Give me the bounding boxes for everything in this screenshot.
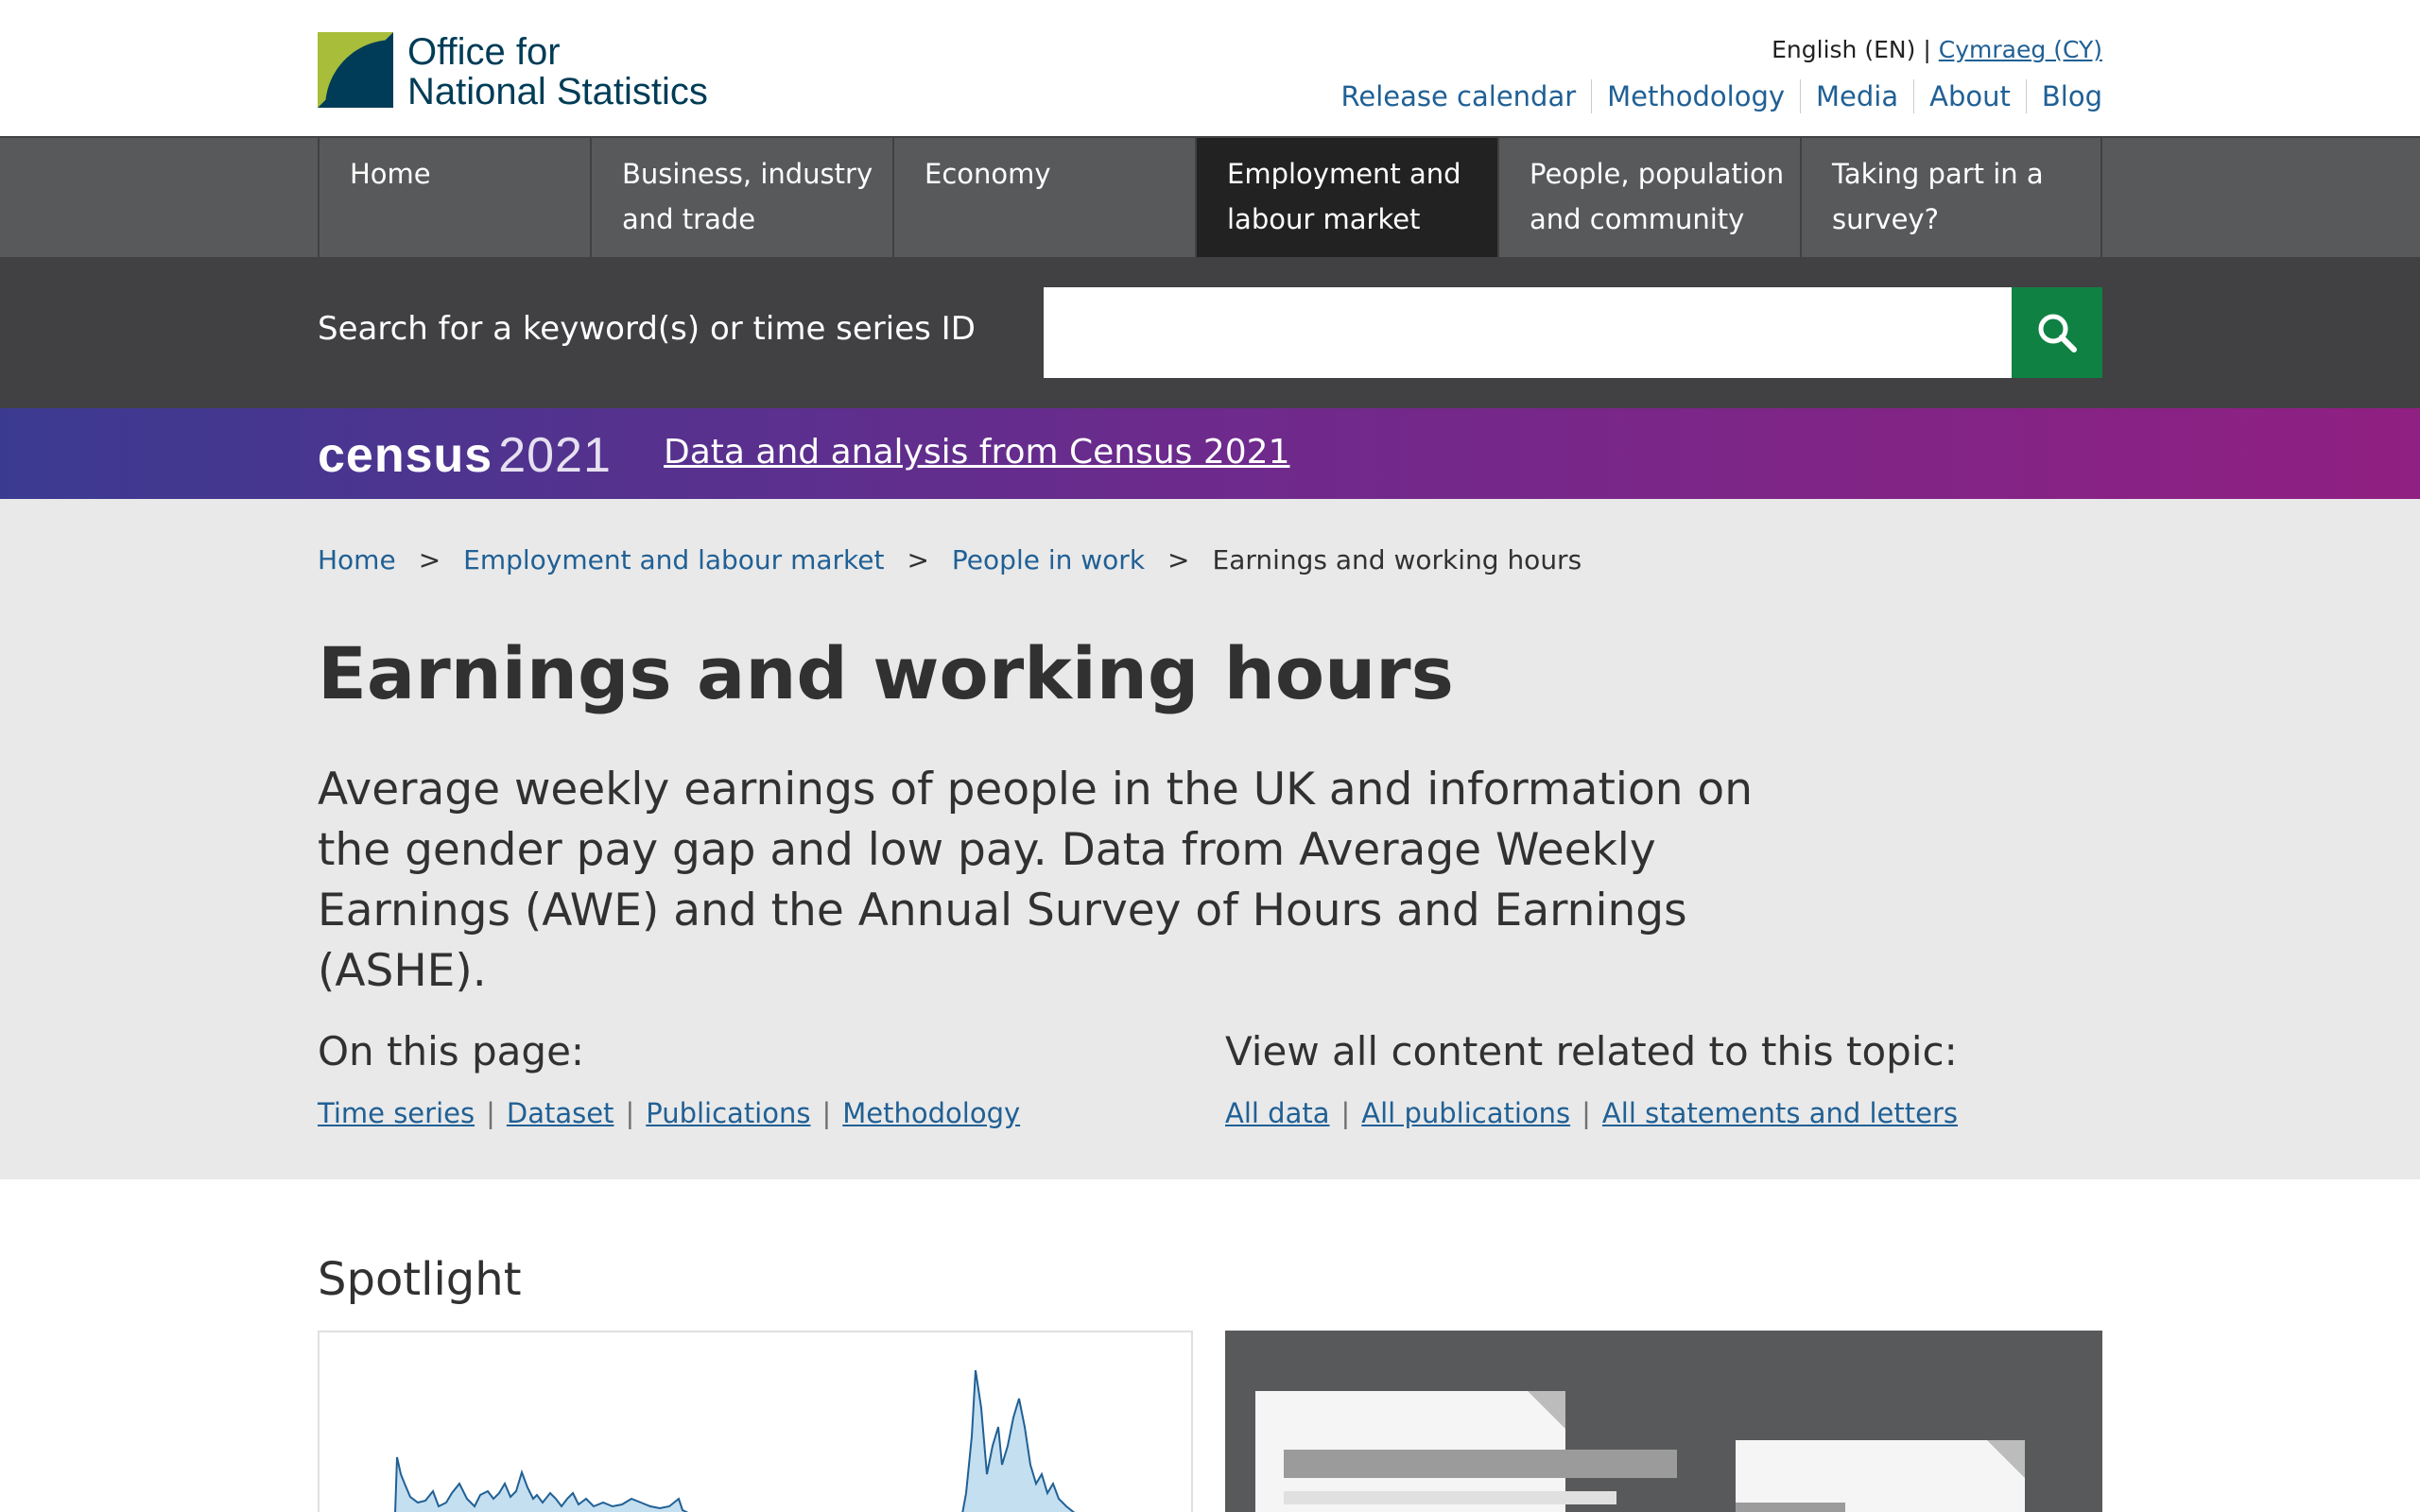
logo-line-1: Office for [407, 31, 561, 73]
spotlight-card-publication[interactable] [1225, 1331, 2102, 1512]
ons-logo[interactable]: Office for National Statistics [318, 31, 711, 112]
language-switcher: English (EN) | Cymraeg (CY) [1772, 36, 2102, 63]
ons-logo-icon [318, 32, 393, 108]
nav-item-employment[interactable]: Employment and labour market [1195, 138, 1497, 257]
breadcrumb-separator: > [1167, 544, 1190, 576]
utility-links: Release calendar Methodology Media About… [1326, 79, 2102, 113]
census-word: census [318, 428, 493, 483]
spotlight-card-chart[interactable] [318, 1331, 1193, 1512]
related-content-heading: View all content related to this topic: [1225, 1028, 1958, 1074]
link-divider: | [821, 1097, 832, 1129]
breadcrumb-people-in-work[interactable]: People in work [952, 544, 1145, 576]
link-divider: | [486, 1097, 495, 1129]
nav-item-people[interactable]: People, population and community [1497, 138, 1800, 257]
link-divider: | [625, 1097, 635, 1129]
related-content: View all content related to this topic: … [1225, 1028, 1958, 1129]
publications-link[interactable]: Publications [646, 1097, 810, 1129]
primary-nav: Home Business, industry and trade Econom… [0, 136, 2420, 259]
all-statements-link[interactable]: All statements and letters [1602, 1097, 1958, 1129]
census-logo[interactable]: census 2021 [318, 427, 612, 484]
census-data-link[interactable]: Data and analysis from Census 2021 [664, 433, 1289, 472]
census-banner: census 2021 Data and analysis from Census… [0, 408, 2420, 499]
breadcrumb: Home > Employment and labour market > Pe… [318, 544, 1582, 576]
on-this-page-heading: On this page: [318, 1028, 585, 1074]
breadcrumb-employment[interactable]: Employment and labour market [463, 544, 884, 576]
methodology-link[interactable]: Methodology [1591, 79, 1800, 113]
search-band: Search for a keyword(s) or time series I… [0, 257, 2420, 408]
breadcrumb-current: Earnings and working hours [1212, 544, 1582, 576]
media-link[interactable]: Media [1800, 79, 1913, 113]
methodology-page-link[interactable]: Methodology [842, 1097, 1020, 1129]
blog-link[interactable]: Blog [2025, 79, 2102, 113]
document-icon [1255, 1391, 2025, 1512]
page-description: Average weekly earnings of people in the… [318, 764, 1753, 997]
spotlight-chart-thumbnail [394, 1369, 1076, 1512]
breadcrumb-separator: > [907, 544, 929, 576]
page-title: Earnings and working hours [318, 631, 1454, 715]
on-this-page: On this page: Time series | Dataset | Pu… [318, 1028, 1020, 1129]
breadcrumb-home[interactable]: Home [318, 544, 396, 576]
time-series-link[interactable]: Time series [318, 1097, 475, 1129]
all-data-link[interactable]: All data [1225, 1097, 1330, 1129]
search-label: Search for a keyword(s) or time series I… [318, 310, 976, 348]
census-year: 2021 [498, 428, 612, 483]
lang-english: English (EN) [1772, 36, 1916, 63]
spotlight-heading: Spotlight [318, 1253, 522, 1306]
release-calendar-link[interactable]: Release calendar [1326, 79, 1592, 113]
search-input[interactable] [1044, 287, 2012, 378]
search-icon [2038, 314, 2077, 352]
about-link[interactable]: About [1913, 79, 2026, 113]
site-header: Office for National Statistics English (… [0, 0, 2420, 136]
dataset-link[interactable]: Dataset [507, 1097, 614, 1129]
page-hero: Home > Employment and labour market > Pe… [0, 499, 2420, 1179]
breadcrumb-separator: > [418, 544, 441, 576]
nav-item-home[interactable]: Home [318, 138, 590, 257]
nav-item-economy[interactable]: Economy [892, 138, 1195, 257]
nav-item-survey[interactable]: Taking part in a survey? [1800, 138, 2102, 257]
link-divider: | [1340, 1097, 1351, 1129]
search-button[interactable] [2012, 287, 2102, 378]
all-publications-link[interactable]: All publications [1361, 1097, 1570, 1129]
lang-separator: | [1923, 36, 1931, 63]
nav-item-business[interactable]: Business, industry and trade [590, 138, 892, 257]
lang-welsh-link[interactable]: Cymraeg (CY) [1939, 36, 2102, 63]
link-divider: | [1582, 1097, 1591, 1129]
logo-line-2: National Statistics [407, 71, 708, 112]
